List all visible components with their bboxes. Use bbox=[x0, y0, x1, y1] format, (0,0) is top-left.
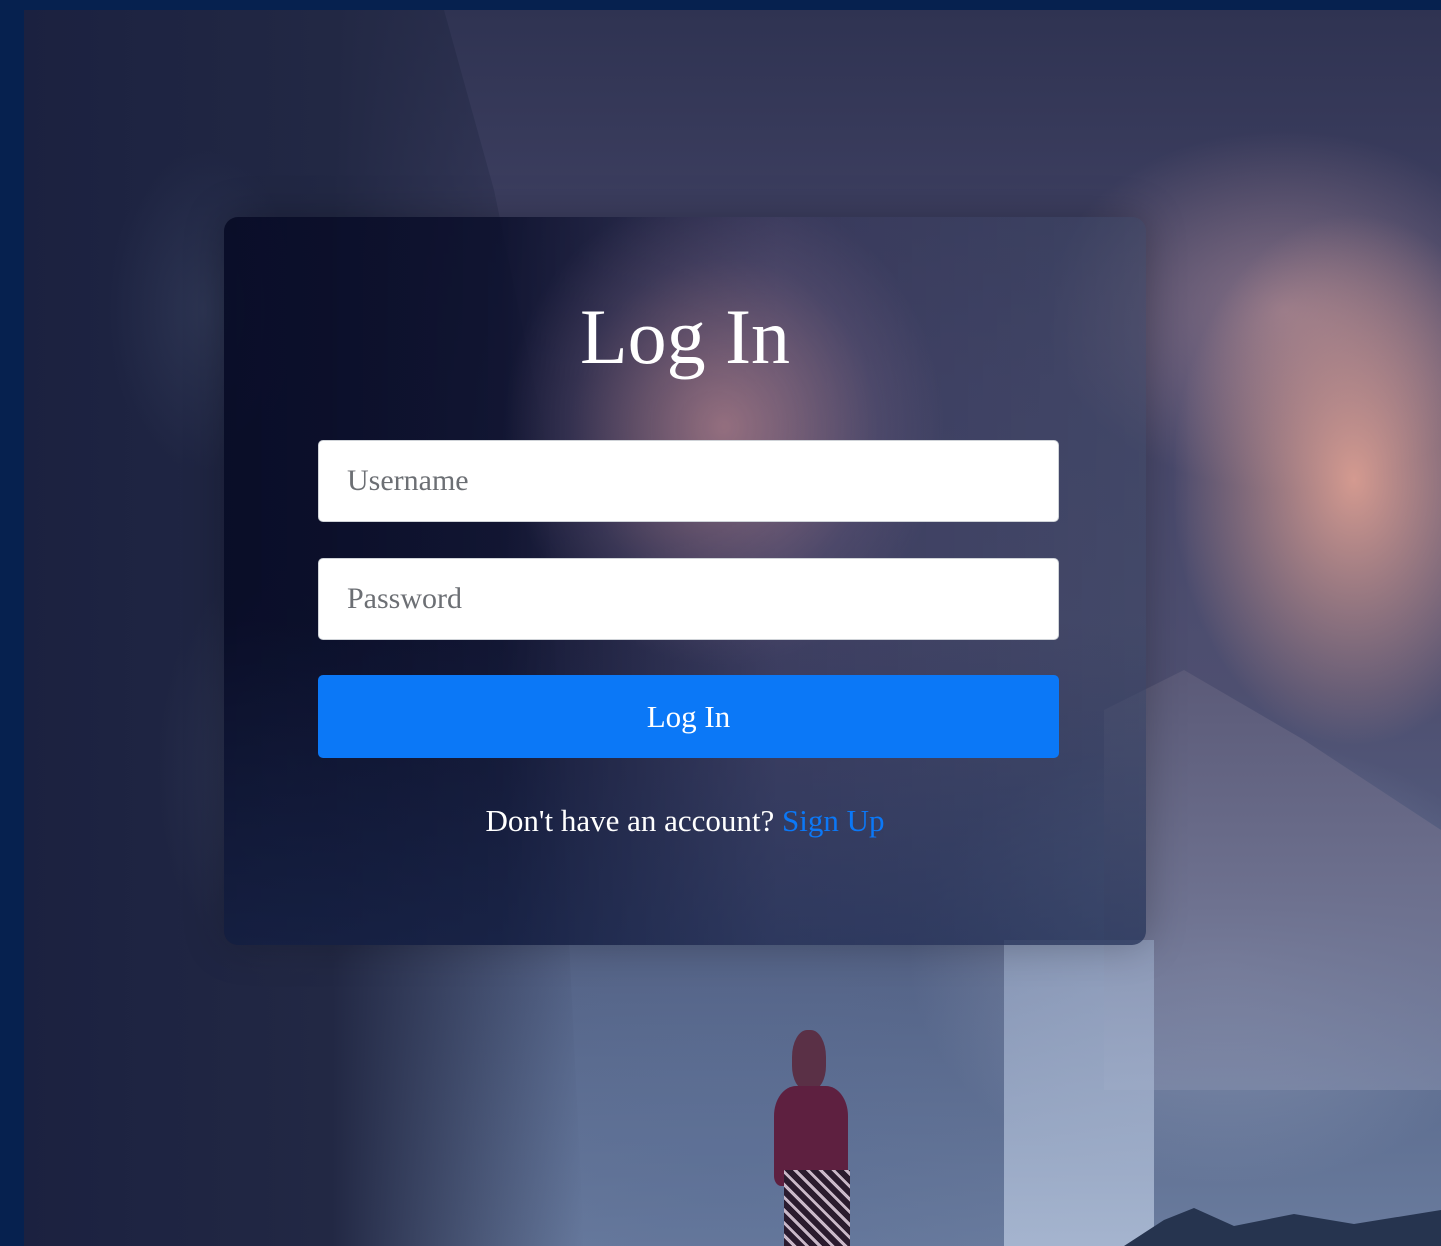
login-card-shade bbox=[224, 620, 1146, 945]
background-waterfall bbox=[1004, 940, 1154, 1246]
background-rocks bbox=[1124, 1208, 1441, 1246]
username-input[interactable] bbox=[318, 440, 1059, 522]
background-mountain bbox=[1104, 670, 1441, 1090]
signup-link[interactable]: Sign Up bbox=[782, 803, 885, 838]
signup-prompt-text: Don't have an account? bbox=[485, 803, 775, 838]
login-title: Log In bbox=[579, 293, 791, 380]
figure-head bbox=[792, 1030, 826, 1090]
background-figure bbox=[764, 1020, 854, 1246]
signup-prompt-line: Don't have an account? Sign Up bbox=[224, 800, 1146, 842]
figure-skirt bbox=[784, 1170, 850, 1246]
password-input[interactable] bbox=[318, 558, 1059, 640]
login-button[interactable]: Log In bbox=[318, 675, 1059, 758]
